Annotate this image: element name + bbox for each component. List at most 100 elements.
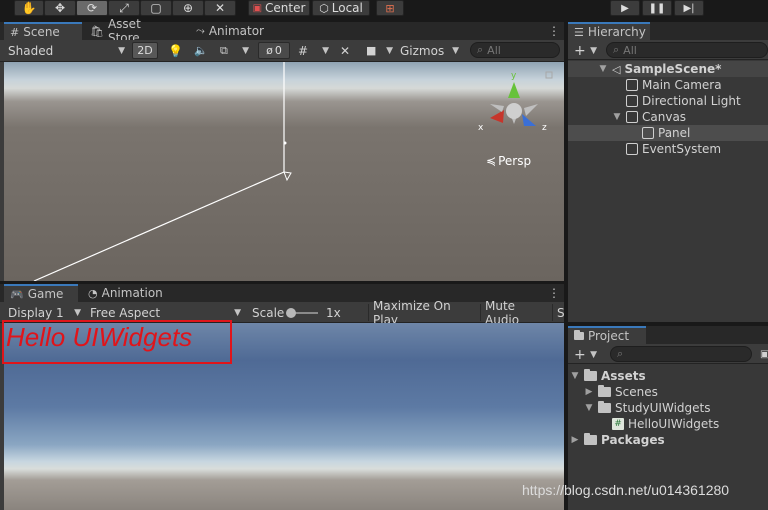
pivot-center-button[interactable]: ▣ Center bbox=[248, 0, 310, 16]
lightbulb-icon: 💡 bbox=[168, 43, 183, 58]
project-assets-folder[interactable]: ▼ Assets bbox=[568, 368, 768, 384]
scene-left-border bbox=[0, 62, 4, 281]
expand-down-icon: ▼ bbox=[599, 64, 607, 74]
step-button[interactable]: ▶| bbox=[674, 0, 704, 16]
axis-x-label: x bbox=[478, 123, 484, 133]
hand-tool-button[interactable]: ✋ bbox=[14, 0, 44, 16]
hello-text: Hello UIWidgets bbox=[6, 322, 193, 352]
scale-slider-thumb[interactable] bbox=[286, 308, 296, 318]
scale-icon: ⤢ bbox=[119, 0, 129, 15]
folder-icon bbox=[598, 401, 611, 413]
expand-down-icon: ▼ bbox=[613, 112, 621, 122]
mute-audio-toggle[interactable]: Mute Audio bbox=[480, 299, 552, 327]
grid-snap-dropdown[interactable]: # ▼ bbox=[294, 42, 332, 59]
hierarchy-item-eventsystem[interactable]: EventSystem bbox=[568, 141, 768, 157]
gizmos-dropdown[interactable]: Gizmos ▼ bbox=[396, 42, 462, 59]
speaker-icon: 🔈 bbox=[194, 44, 208, 57]
project-scenes-folder[interactable]: ▶ Scenes bbox=[568, 384, 768, 400]
project-filter-button[interactable]: ▣ bbox=[756, 346, 768, 363]
effects-dropdown[interactable]: ⧉ ▼ bbox=[216, 42, 252, 59]
transform-tool-button[interactable]: ⊕ bbox=[172, 0, 204, 16]
custom-tool-button[interactable]: ✕ bbox=[204, 0, 236, 16]
project-search-input[interactable]: ⌕ bbox=[610, 346, 752, 362]
project-create-dropdown[interactable]: + ▼ bbox=[570, 346, 600, 363]
move-icon: ✥ bbox=[54, 1, 66, 15]
folder-icon bbox=[574, 330, 584, 340]
rotate-tool-button[interactable]: ⟳ bbox=[76, 0, 108, 16]
scale-tool-button[interactable]: ⤢ bbox=[108, 0, 140, 16]
hierarchy-item-canvas[interactable]: ▼ Canvas bbox=[568, 109, 768, 125]
display-dropdown[interactable]: Display 1 ▼ bbox=[4, 304, 84, 321]
plus-icon: + bbox=[574, 42, 586, 59]
rect-handle bbox=[283, 171, 292, 182]
lighting-toggle[interactable]: 💡 bbox=[164, 42, 186, 59]
expand-down-icon: ▼ bbox=[585, 403, 593, 413]
tab-scene[interactable]: # Scene bbox=[4, 22, 82, 40]
move-tool-button[interactable]: ✥ bbox=[44, 0, 76, 16]
tab-asset-store[interactable]: 🛍 Asset Store bbox=[84, 17, 180, 45]
scale-slider[interactable]: Scale 1x bbox=[248, 304, 360, 321]
tab-game[interactable]: 🎮 Game bbox=[4, 284, 78, 302]
hand-icon: ✋ bbox=[21, 1, 37, 15]
chevron-down-icon: ▼ bbox=[590, 46, 597, 56]
tab-animator[interactable]: ⤳ Animator bbox=[190, 22, 270, 40]
project-hellouiwidgets-script[interactable]: # HelloUIWidgets bbox=[568, 416, 768, 432]
watermark-text: https://blog.csdn.net/u014361280 bbox=[522, 482, 730, 498]
project-toolbar: + ▼ ⌕ ▣ bbox=[568, 344, 768, 364]
aspect-dropdown[interactable]: Free Aspect ▼ bbox=[86, 304, 244, 321]
tools-icon: ✕ bbox=[340, 43, 351, 58]
scene-orientation-gizmo[interactable]: y x z bbox=[470, 68, 556, 158]
list-icon: ☰ bbox=[574, 25, 584, 39]
axis-gizmo-icon: y x z bbox=[478, 71, 553, 133]
project-studyuiwidgets-folder[interactable]: ▼ StudyUIWidgets bbox=[568, 400, 768, 416]
snap-button[interactable]: ⊞ bbox=[376, 0, 404, 16]
chevron-down-icon: ▼ bbox=[118, 46, 125, 56]
tab-project[interactable]: Project bbox=[568, 326, 646, 344]
rect-tool-icon: ▢ bbox=[150, 1, 162, 15]
hierarchy-item-directional-light[interactable]: Directional Light bbox=[568, 93, 768, 109]
search-icon: ⌕ bbox=[477, 43, 484, 56]
shading-mode-dropdown[interactable]: Shaded ▼ bbox=[4, 42, 128, 59]
animator-icon: ⤳ bbox=[196, 24, 205, 37]
project-packages-folder[interactable]: ▶ Packages bbox=[568, 432, 768, 448]
play-button[interactable]: ▶ bbox=[610, 0, 640, 16]
persp-label[interactable]: ≼ Persp bbox=[486, 154, 531, 168]
play-icon: ▶ bbox=[621, 2, 629, 14]
tab-animation[interactable]: ◔ Animation bbox=[82, 284, 166, 302]
scene-viewport[interactable]: y x z ≼ Persp bbox=[4, 62, 564, 281]
hidden-objects-toggle[interactable]: ø0 bbox=[258, 42, 290, 59]
effects-icon: ⧉ bbox=[220, 43, 228, 57]
camera-dropdown[interactable]: ■ ▼ bbox=[362, 42, 396, 59]
audio-toggle[interactable]: 🔈 bbox=[190, 42, 212, 59]
folder-icon bbox=[598, 385, 611, 397]
grid-icon: # bbox=[10, 25, 20, 39]
local-cube-icon: ⬡ bbox=[319, 1, 329, 15]
scene-toolbar: Shaded ▼ 2D 💡 🔈 ⧉ ▼ ø0 # ▼ ✕ ■ ▼ Gizmos ▼ ⌕ Al… bbox=[0, 40, 564, 62]
lock-icon bbox=[545, 71, 553, 79]
pivot-local-button[interactable]: ⬡ Local bbox=[312, 0, 370, 16]
step-icon: ▶| bbox=[683, 2, 695, 14]
hierarchy-search-input[interactable]: ⌕ All bbox=[606, 42, 768, 58]
expand-down-icon: ▼ bbox=[571, 371, 579, 381]
tools-toggle[interactable]: ✕ bbox=[336, 42, 360, 59]
unity-scene-icon: ◁ bbox=[612, 62, 621, 76]
hierarchy-item-panel[interactable]: Panel bbox=[568, 125, 768, 141]
scene-search-input[interactable]: ⌕ All bbox=[470, 42, 560, 58]
tab-hierarchy[interactable]: ☰ Hierarchy bbox=[568, 22, 650, 40]
scene-menu-icon[interactable]: ⋮ bbox=[548, 22, 560, 40]
shopping-bag-icon: 🛍 bbox=[90, 24, 104, 38]
camera-icon: ■ bbox=[366, 44, 377, 57]
2d-toggle-button[interactable]: 2D bbox=[132, 42, 158, 59]
gameobject-cube-icon bbox=[626, 95, 638, 107]
pause-button[interactable]: ❚❚ bbox=[642, 0, 672, 16]
perspective-icon: ≼ bbox=[486, 154, 497, 168]
hierarchy-item-main-camera[interactable]: Main Camera bbox=[568, 77, 768, 93]
rect-tool-button[interactable]: ▢ bbox=[140, 0, 172, 16]
create-dropdown[interactable]: + ▼ bbox=[570, 42, 600, 59]
game-menu-icon[interactable]: ⋮ bbox=[548, 284, 560, 302]
hierarchy-scene-row[interactable]: ▼ ◁ SampleScene* bbox=[568, 61, 768, 77]
gameobject-cube-icon bbox=[626, 79, 638, 91]
maximize-on-play-toggle[interactable]: Maximize On Play bbox=[368, 299, 478, 327]
folder-icon bbox=[584, 433, 597, 445]
stats-toggle[interactable]: S bbox=[552, 304, 564, 321]
